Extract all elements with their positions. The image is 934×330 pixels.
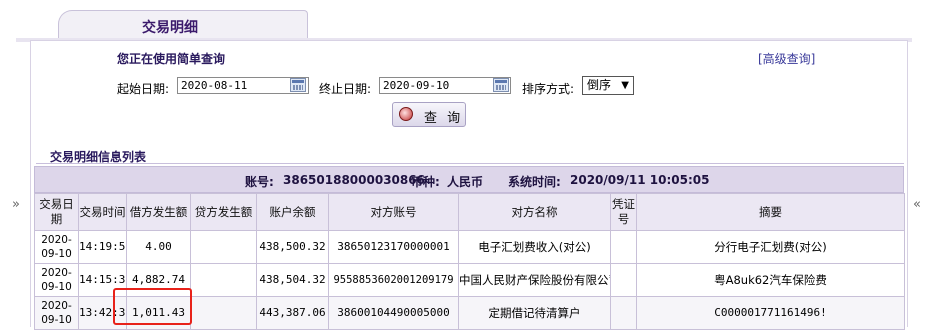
cell-credit	[190, 263, 257, 297]
cell-voucher	[610, 230, 637, 264]
cell-summary: 粤A8uk62汽车保险费	[636, 263, 905, 297]
cell-balance: 438,504.32	[256, 263, 329, 297]
cell-summary: C000001771161496!	[636, 296, 905, 330]
sort-select[interactable]: 倒序 ▼	[582, 76, 634, 95]
cell-credit	[190, 230, 257, 264]
col-header-debit[interactable]: 借方发生额	[126, 193, 191, 231]
cell-counter-name: 中国人民财产保险股份有限公司广州市分公司	[458, 263, 611, 297]
cell-voucher	[610, 263, 637, 297]
cell-summary: 分行电子汇划费(对公)	[636, 230, 905, 264]
col-header-voucher[interactable]: 凭证号	[610, 193, 637, 231]
cell-debit: 4.00	[126, 230, 191, 264]
advanced-query-link[interactable]: [高级查询]	[758, 50, 815, 67]
tab-label: 交易明细	[142, 20, 198, 36]
simple-query-title: 您正在使用简单查询	[117, 52, 226, 66]
cell-date: 2020- 09-10	[34, 296, 79, 330]
end-date-label: 终止日期:	[319, 82, 372, 96]
cell-counter-name: 定期借记待清算户	[458, 296, 611, 330]
currency-label: 币种:	[411, 175, 440, 189]
col-header-date[interactable]: 交易日期	[34, 193, 79, 231]
list-title-divider	[36, 163, 904, 164]
cell-counter-account: 38650123170000001	[328, 230, 459, 264]
sort-label: 排序方式:	[522, 82, 575, 96]
col-header-time[interactable]: 交易时间	[78, 193, 127, 231]
table-header-row: 交易日期 交易时间 借方发生额 贷方发生额 账户余额 对方账号 对方名称 凭证号…	[34, 193, 905, 231]
cell-counter-account: 38600104490005000	[328, 296, 459, 330]
cell-date: 2020- 09-10	[34, 230, 79, 264]
collapse-right-icon[interactable]: «	[913, 197, 921, 212]
cell-time: 14:19:55	[78, 230, 127, 264]
col-header-counter-account[interactable]: 对方账号	[328, 193, 459, 231]
sort-select-value: 倒序	[587, 78, 612, 92]
col-header-summary[interactable]: 摘要	[636, 193, 905, 231]
cell-balance: 438,500.32	[256, 230, 329, 264]
col-header-counter-name[interactable]: 对方名称	[458, 193, 611, 231]
calendar-icon[interactable]	[290, 78, 306, 92]
system-time-label: 系统时间:	[508, 175, 561, 189]
query-button-label: 查 询	[424, 111, 464, 126]
cell-date: 2020- 09-10	[34, 263, 79, 297]
currency-value: 人民币	[447, 175, 484, 189]
red-highlight-box	[113, 288, 192, 325]
search-globe-icon	[399, 107, 413, 121]
cell-balance: 443,387.06	[256, 296, 329, 330]
expand-left-icon[interactable]: »	[12, 197, 20, 212]
cell-counter-name: 电子汇划费收入(对公)	[458, 230, 611, 264]
end-date-input[interactable]: 2020-09-10	[379, 77, 511, 94]
chevron-down-icon: ▼	[621, 80, 629, 91]
col-header-balance[interactable]: 账户余额	[256, 193, 329, 231]
account-label: 账号:	[245, 175, 274, 189]
query-button[interactable]: 查 询	[392, 102, 466, 127]
calendar-icon[interactable]	[493, 78, 509, 92]
system-time-value: 2020/09/11 10:05:05	[570, 173, 710, 187]
cell-voucher	[610, 296, 637, 330]
start-date-label: 起始日期:	[117, 82, 170, 96]
account-number: 38650188000030866	[283, 173, 425, 187]
account-info-bar: 账号: 38650188000030866 币种: 人民币 系统时间: 2020…	[34, 166, 904, 193]
col-header-credit[interactable]: 贷方发生额	[190, 193, 257, 231]
tab-transaction-details[interactable]: 交易明细	[58, 10, 308, 41]
cell-counter-account: 9558853602001209179	[328, 263, 459, 297]
cell-credit	[190, 296, 257, 330]
table-row[interactable]: 2020-09-10 14:19:55 4.00 438,500.32 3865…	[34, 230, 905, 264]
